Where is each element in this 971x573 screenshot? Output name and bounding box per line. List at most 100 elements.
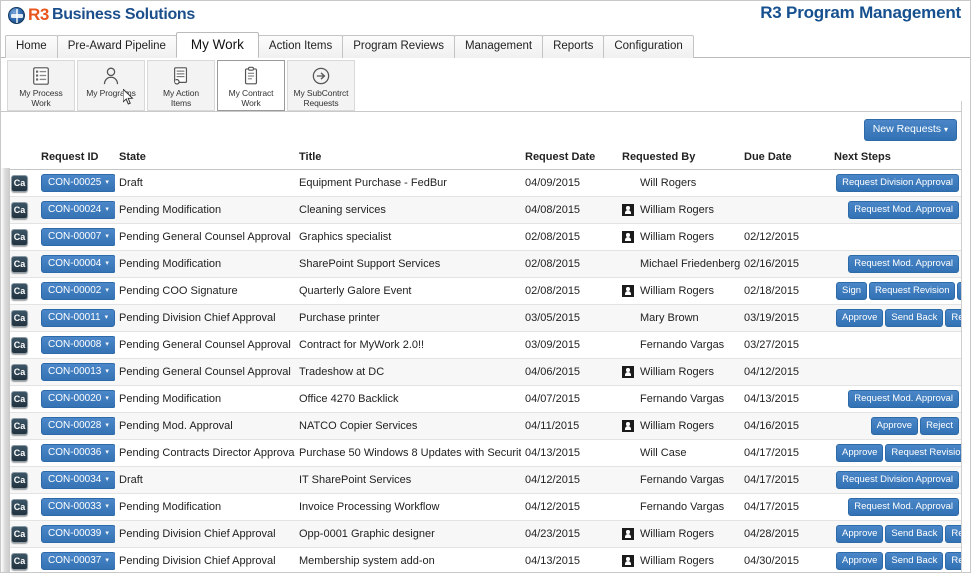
action-button-request-mod-approval[interactable]: Request Mod. Approval [848,390,959,408]
contract-app-icon[interactable]: Ca [11,309,28,327]
contract-app-icon[interactable]: Ca [11,444,28,462]
title-cell[interactable]: Membership system add-on [295,547,521,572]
column-header-request-id[interactable]: Request ID [37,146,115,170]
request-id-badge[interactable]: CON-00039 ▾ [41,525,115,543]
ribbon-button-my-subcontrct-requests[interactable]: My SubContrct Requests [287,60,355,111]
table-row[interactable]: Ca CON-00008 ▾ Pending General Counsel Appr… [1,331,963,359]
request-id-badge[interactable]: CON-00025 ▾ [41,174,115,192]
table-row[interactable]: Ca CON-00024 ▾ Pending Modification Cleaning… [1,196,963,224]
tab-my-work[interactable]: My Work [175,32,259,58]
title-cell[interactable]: Cleaning services [295,196,521,224]
table-row[interactable]: Ca CON-00004 ▾ Pending Modification SharePoi… [1,250,963,278]
action-button-sign[interactable]: Sign [836,282,868,300]
request-id-badge[interactable]: CON-00013 ▾ [41,363,115,381]
request-id-badge[interactable]: CON-00011 ▾ [41,309,115,327]
column-header-title[interactable]: Title [295,146,521,170]
contract-app-icon[interactable]: Ca [11,525,28,543]
contract-app-icon[interactable]: Ca [11,390,28,408]
action-button-request-mod-approval[interactable]: Request Mod. Approval [848,255,959,273]
person-presence-icon[interactable] [622,204,634,216]
tab-program-reviews[interactable]: Program Reviews [342,35,455,58]
request-id-badge[interactable]: CON-00034 ▾ [41,471,115,489]
person-presence-icon[interactable] [622,285,634,297]
table-row[interactable]: Ca CON-00007 ▾ Pending General Counsel Appr… [1,223,963,251]
action-button-approve[interactable]: Approve [836,525,884,543]
column-header-due-date[interactable]: Due Date [740,146,830,170]
contract-app-icon[interactable]: Ca [11,228,28,246]
request-id-badge[interactable]: CON-00028 ▾ [41,417,115,435]
tab-configuration[interactable]: Configuration [603,35,694,58]
title-cell[interactable]: Purchase 50 Windows 8 Updates with Secur… [295,439,521,467]
contract-app-icon[interactable]: Ca [11,255,28,273]
action-button-request-division-approval[interactable]: Request Division Approval [836,471,959,489]
person-presence-icon[interactable] [622,420,634,432]
ribbon-button-my-process-work[interactable]: My Process Work [7,60,75,111]
column-header-icon[interactable] [1,146,37,170]
tab-reports[interactable]: Reports [542,35,605,58]
title-cell[interactable]: SharePoint Support Services [295,250,521,278]
contract-app-icon[interactable]: Ca [11,498,28,516]
action-button-approve[interactable]: Approve [870,417,919,435]
action-button-send-back[interactable]: Send Back [885,552,944,570]
table-row[interactable]: Ca CON-00020 ▾ Pending Modification Office 4… [1,385,963,413]
table-row[interactable]: Ca CON-00037 ▾ Pending Division Chief Appro… [1,547,963,572]
title-cell[interactable]: IT SharePoint Services [295,466,521,494]
tab-pre-award-pipeline[interactable]: Pre-Award Pipeline [56,35,177,58]
contract-app-icon[interactable]: Ca [11,174,28,192]
contract-app-icon[interactable]: Ca [11,552,28,570]
contract-app-icon[interactable]: Ca [11,282,28,300]
request-id-badge[interactable]: CON-00020 ▾ [41,390,115,408]
action-button-reject[interactable]: Reject [920,417,959,435]
ribbon-button-my-contract-work[interactable]: My Contract Work [217,60,285,111]
title-cell[interactable]: Equipment Purchase - FedBur [295,169,521,197]
tab-home[interactable]: Home [5,35,58,58]
contract-app-icon[interactable]: Ca [11,201,28,219]
title-cell[interactable]: NATCO Copier Services [295,412,521,440]
ribbon-button-my-action-items[interactable]: My Action Items [147,60,215,111]
column-header-requested-by[interactable]: Requested By [618,146,740,170]
action-button-approve[interactable]: Approve [836,309,884,327]
person-presence-icon[interactable] [622,555,634,567]
contract-app-icon[interactable]: Ca [11,471,28,489]
request-id-badge[interactable]: CON-00024 ▾ [41,201,115,219]
request-id-badge[interactable]: CON-00002 ▾ [41,282,115,300]
request-id-badge[interactable]: CON-00037 ▾ [41,552,115,570]
action-button-request-revision[interactable]: Request Revision [869,282,956,300]
contract-app-icon[interactable]: Ca [11,417,28,435]
action-button-send-back[interactable]: Send Back [885,309,944,327]
tab-management[interactable]: Management [453,35,544,58]
title-cell[interactable]: Purchase printer [295,304,521,332]
tab-action-items[interactable]: Action Items [257,35,344,58]
action-button-request-mod-approval[interactable]: Request Mod. Approval [848,201,959,219]
action-button-send-back[interactable]: Send Back [885,525,944,543]
column-header-request-date[interactable]: Request Date [521,146,618,170]
table-row[interactable]: Ca CON-00002 ▾ Pending COO Signature Quarter… [1,277,963,305]
title-cell[interactable]: Graphics specialist [295,223,521,251]
request-id-badge[interactable]: CON-00008 ▾ [41,336,115,354]
request-id-badge[interactable]: CON-00033 ▾ [41,498,115,516]
contract-app-icon[interactable]: Ca [11,363,28,381]
person-presence-icon[interactable] [622,366,634,378]
column-header-state[interactable]: State [115,146,295,170]
table-row[interactable]: Ca CON-00034 ▾ Draft IT SharePoint Services 0… [1,466,963,494]
title-cell[interactable]: Opp-0001 Graphic designer [295,520,521,548]
table-row[interactable]: Ca CON-00013 ▾ Pending General Counsel Appr… [1,358,963,386]
action-button-request-mod-approval[interactable]: Request Mod. Approval [848,498,959,516]
request-id-badge[interactable]: CON-00036 ▾ [41,444,115,462]
title-cell[interactable]: Office 4270 Backlick [295,385,521,413]
ribbon-button-my-programs[interactable]: My Programs [77,60,145,111]
brand-logo[interactable]: R3 Business Solutions [8,4,195,26]
action-button-request-revision[interactable]: Request Revision [885,444,963,462]
title-cell[interactable]: Contract for MyWork 2.0!! [295,331,521,359]
title-cell[interactable]: Invoice Processing Workflow [295,493,521,521]
new-requests-button[interactable]: New Requests ▾ [863,119,957,141]
action-button-approve[interactable]: Approve [836,552,884,570]
table-row[interactable]: Ca CON-00033 ▾ Pending Modification Invoice … [1,493,963,521]
request-id-badge[interactable]: CON-00007 ▾ [41,228,115,246]
person-presence-icon[interactable] [622,528,634,540]
title-cell[interactable]: Quarterly Galore Event [295,277,521,305]
request-id-badge[interactable]: CON-00004 ▾ [41,255,115,273]
table-row[interactable]: Ca CON-00028 ▾ Pending Mod. Approval NATCO C… [1,412,963,440]
table-row[interactable]: Ca CON-00025 ▾ Draft Equipment Purchase - Fe… [1,169,963,197]
action-button-approve[interactable]: Approve [836,444,884,462]
